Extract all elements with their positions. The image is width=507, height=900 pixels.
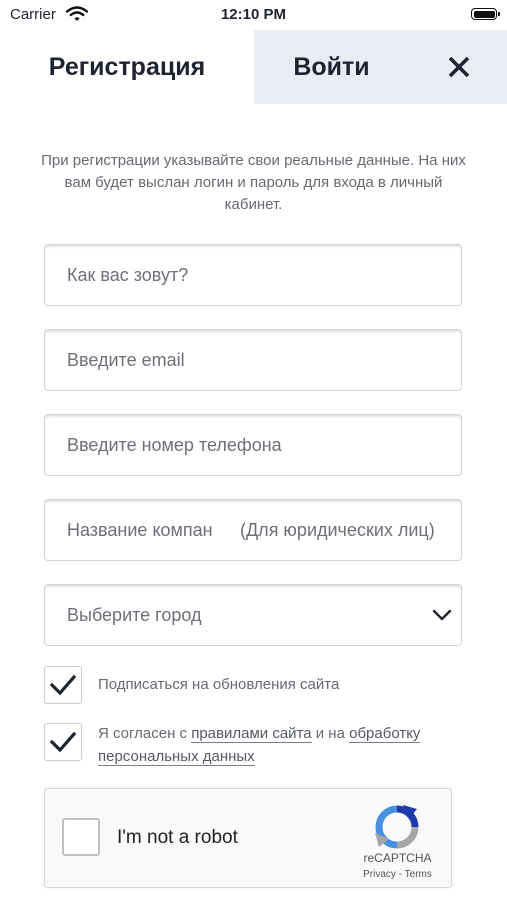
site-rules-link[interactable]: правилами сайта [191,725,312,743]
city-select[interactable]: Выберите город [44,584,462,646]
name-placeholder: Как вас зовут? [67,264,189,285]
phone-field[interactable]: Введите номер телефона [44,414,462,476]
recaptcha-widget: I'm not a robot reCAPTCHA Privacy - Term… [44,788,452,888]
phone-placeholder: Введите номер телефона [67,434,282,455]
tab-login-area: Войти [254,30,507,104]
personal-data-link[interactable]: персональных данных [98,748,255,766]
company-placeholder: Название компан [67,519,213,540]
city-placeholder: Выберите город [67,604,202,625]
recaptcha-brand: reCAPTCHA [363,851,432,865]
close-icon [448,56,470,78]
name-field[interactable]: Как вас зовут? [44,244,462,306]
email-field[interactable]: Введите email [44,329,462,391]
recaptcha-terms-link[interactable]: Terms [405,869,432,880]
subscribe-label: Подписаться на обновления сайта [98,676,340,693]
agree-prefix: Я согласен с [98,725,192,742]
tab-login[interactable]: Войти [254,30,409,104]
data-processing-link[interactable]: обработку [349,725,421,743]
tab-register[interactable]: Регистрация [0,30,254,104]
subscribe-checkbox[interactable] [44,666,82,704]
checkmark-icon [49,731,77,753]
email-placeholder: Введите email [67,349,185,370]
registration-intro: При регистрации указывайте свои реальные… [41,152,466,213]
recaptcha-checkbox[interactable] [62,818,100,856]
recaptcha-terms: Privacy - Terms [345,869,450,880]
recaptcha-label: I'm not a robot [117,827,238,848]
recaptcha-logo-icon [375,805,419,849]
status-bar: Carrier 12:10 PM [0,0,507,30]
close-button[interactable] [436,44,482,90]
recaptcha-privacy-link[interactable]: Privacy [363,869,396,880]
company-field[interactable]: Название компан (Для юридических лиц) [44,499,462,561]
agree-label: Я согласен с правилами сайта и на обрабо… [98,722,458,768]
chevron-down-icon [432,609,452,621]
recaptcha-separator: - [395,869,405,880]
clock: 12:10 PM [220,6,287,23]
checkmark-icon [49,674,77,696]
agree-checkbox[interactable] [44,723,82,761]
agree-middle: и на [311,725,350,742]
company-hint: (Для юридических лиц) [240,519,435,540]
battery-icon [471,8,500,20]
